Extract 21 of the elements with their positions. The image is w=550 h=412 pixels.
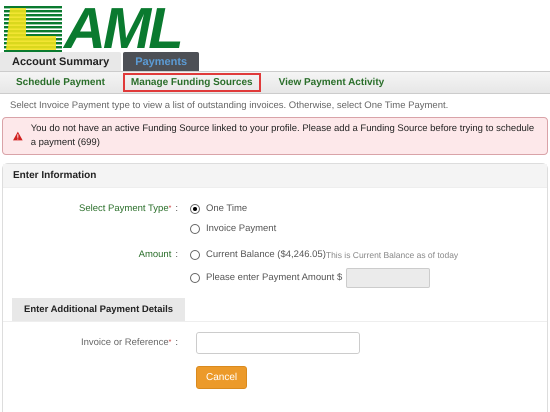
field-label: Invoice or Reference (80, 337, 169, 348)
balance-note: This is Current Balance as of today (326, 250, 458, 260)
intro-text: Select Invoice Payment type to view a list of outstanding invoices. Otherwise, select One Time Payment. (10, 100, 450, 111)
alert-message: You do not have an active Funding Source linked to your profile. Please add a Funding Source before trying to schedule a payment (699) (30, 122, 536, 150)
label-separator: : (175, 249, 178, 260)
radio-option[interactable]: Invoice Payment (190, 222, 276, 236)
logo-text: AML (64, 6, 181, 52)
label-separator: : (175, 337, 178, 348)
subnav-link[interactable]: View Payment Activity (270, 73, 392, 92)
section-title: Enter Information (13, 170, 96, 181)
tab[interactable]: Account Summary (0, 52, 122, 71)
subnav-link[interactable]: Manage Funding Sources (122, 73, 261, 92)
field-label: Select Payment Type (79, 203, 169, 214)
field-label: Amount (138, 249, 172, 260)
radio-option[interactable]: One Time (190, 202, 276, 216)
radio-option[interactable]: Current Balance ($4,246.05) (190, 248, 326, 262)
label-separator: : (175, 203, 178, 214)
warning-icon (13, 131, 23, 141)
logo-mark-icon (4, 6, 62, 52)
subnav-link[interactable]: Schedule Payment (8, 73, 113, 92)
reference-field[interactable] (196, 332, 360, 354)
